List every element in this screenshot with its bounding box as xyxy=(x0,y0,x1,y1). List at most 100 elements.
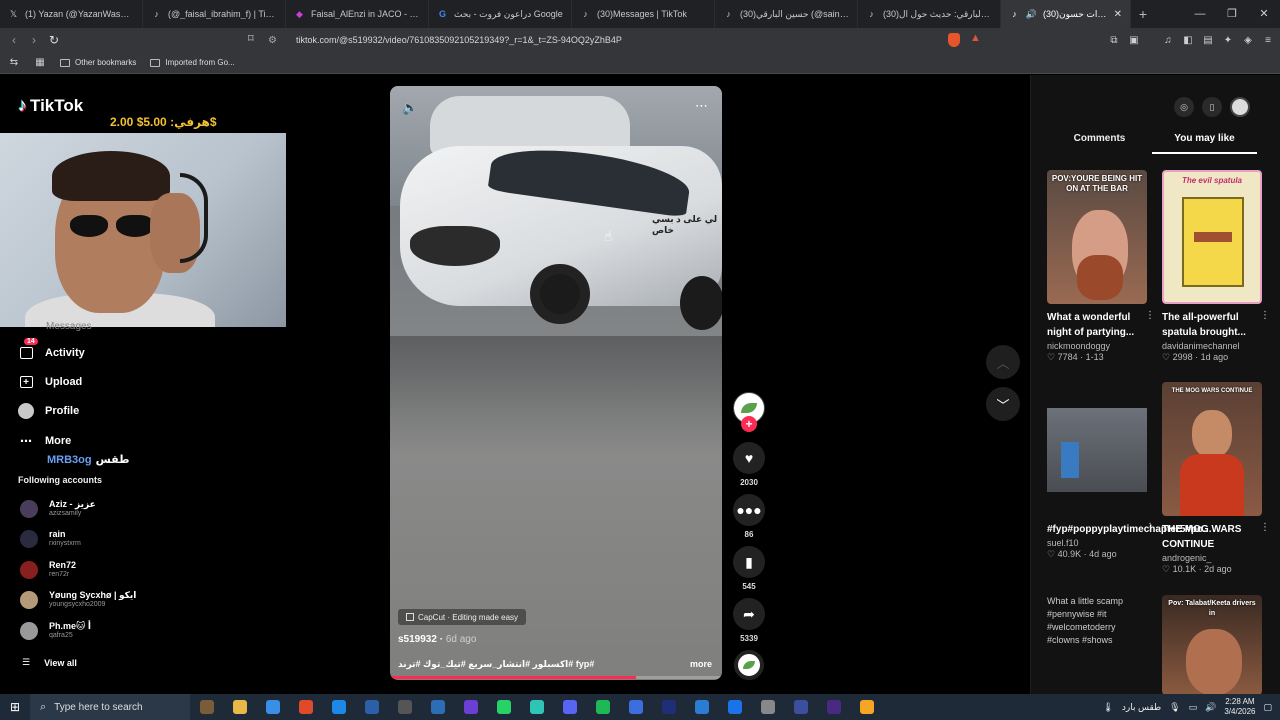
video-caption[interactable]: #fyp #اكسبلور #انتشار_سريع #تيك_توك #ترن… xyxy=(398,659,648,670)
user-avatar[interactable] xyxy=(1230,97,1250,117)
speaker-icon[interactable]: 🔊 xyxy=(1026,9,1037,20)
browser-tab[interactable]: ♪ (30)حسين البارقي (@sainas2022 xyxy=(715,0,858,28)
taskbar-clock[interactable]: 2:28 AM 3/4/2026 xyxy=(1224,697,1255,717)
card-menu-icon[interactable]: ⋮ xyxy=(1260,522,1270,533)
taskbar-app-icon[interactable] xyxy=(487,694,520,720)
capcut-tag[interactable]: CapCut · Editing made easy xyxy=(398,609,527,625)
recommended-video-card[interactable]: THE MOG WARS CONTINUE THE MOG WARS CONTI… xyxy=(1162,382,1270,575)
taskbar-app-icon[interactable] xyxy=(223,694,256,720)
taskbar-app-icon[interactable] xyxy=(190,694,223,720)
follow-plus-button[interactable]: + xyxy=(741,416,757,432)
next-video-button[interactable]: ﹀ xyxy=(986,387,1020,421)
browser-tab[interactable]: ♪ (30)حسين البارقي: حديث حول ال xyxy=(858,0,1001,28)
vpn-icon[interactable]: ◈ xyxy=(1242,34,1254,46)
wallet-icon[interactable]: ▤ xyxy=(1202,34,1214,46)
taskbar-app-icon[interactable] xyxy=(520,694,553,720)
card-title[interactable]: The all-powerful spatula brought... xyxy=(1162,310,1254,340)
apps-icon[interactable]: ▦ xyxy=(34,57,46,69)
taskbar-app-icon[interactable] xyxy=(784,694,817,720)
like-action[interactable]: ♥ 2030 xyxy=(733,442,765,487)
recommended-video-card[interactable]: Pov: Talabat/Keeta drivers in xyxy=(1162,595,1262,695)
following-account[interactable]: Ren72 ren72r xyxy=(20,560,76,579)
video-thumbnail[interactable]: THE MOG WARS CONTINUE xyxy=(1162,382,1262,516)
nav-activity[interactable]: 14 Activity xyxy=(18,338,85,361)
share-action[interactable]: ➦ 5339 xyxy=(733,598,765,643)
video-options-icon[interactable]: ⋯ xyxy=(695,98,708,114)
sidebar-icon[interactable]: ◧ xyxy=(1182,34,1194,46)
video-thumbnail[interactable]: The evil spatula xyxy=(1162,170,1262,304)
video-progress-bar[interactable] xyxy=(390,676,722,679)
tiktok-logo[interactable]: ♪ TikTok xyxy=(18,95,83,116)
taskbar-app-icon[interactable] xyxy=(718,694,751,720)
url-bar[interactable]: ⚙ tiktok.com/@s519932/video/761083509210… xyxy=(268,30,988,50)
bookmark-folder[interactable]: Other bookmarks xyxy=(60,58,136,67)
card-author[interactable]: nickmoondoggy xyxy=(1047,341,1147,351)
caption-more-button[interactable]: more xyxy=(690,659,712,669)
network-icon[interactable]: ▭ xyxy=(1189,702,1198,713)
video-thumbnail[interactable]: What a little scamp #pennywise #it #welc… xyxy=(1047,595,1147,695)
nav-messages-peek[interactable]: Messages xyxy=(46,321,92,332)
bookmark-icon[interactable]: ⌑ xyxy=(248,32,254,45)
menu-icon[interactable]: ≡ xyxy=(1262,34,1274,46)
card-author[interactable]: davidanimechannel xyxy=(1162,341,1262,351)
card-author[interactable]: androgenic_ xyxy=(1162,553,1262,563)
card-author[interactable]: suel.f10 xyxy=(1047,538,1147,548)
browser-tab[interactable]: G دراعون فروت - بحث Google xyxy=(429,0,572,28)
following-account[interactable]: Yøung Sycxhø | ايكو youngsycxho2009 xyxy=(20,590,136,609)
card-menu-icon[interactable]: ⋮ xyxy=(1145,522,1155,533)
video-thumbnail[interactable]: POV:YOURE BEING HIT ON AT THE BAR xyxy=(1047,170,1147,304)
music-disc[interactable] xyxy=(734,650,764,680)
taskbar-app-icon[interactable] xyxy=(619,694,652,720)
share-arrow-icon[interactable]: ➦ xyxy=(733,598,765,630)
taskbar-app-icon[interactable] xyxy=(850,694,883,720)
bookmark-folder[interactable]: Imported from Go... xyxy=(150,58,235,67)
back-icon[interactable]: ‹ xyxy=(4,33,24,47)
card-menu-icon[interactable]: ⋮ xyxy=(1260,310,1270,321)
card-menu-icon[interactable]: ⋮ xyxy=(1145,310,1155,321)
taskbar-app-icon[interactable] xyxy=(685,694,718,720)
bookmark-action[interactable]: ▮ 545 xyxy=(733,546,765,591)
following-account[interactable]: Ph.me🐱 أ qafra25 xyxy=(20,621,91,640)
video-thumbnail[interactable]: Pov: Talabat/Keeta drivers in xyxy=(1162,595,1262,695)
new-tab-button[interactable]: + xyxy=(1131,6,1155,22)
forward-icon[interactable]: › xyxy=(24,33,44,47)
previous-video-button[interactable]: ︿ xyxy=(986,345,1020,379)
video-author[interactable]: s519932 · 6d ago xyxy=(398,634,476,645)
reload-icon[interactable]: ↻ xyxy=(44,33,64,47)
following-account[interactable]: rain rxinystxrm xyxy=(20,529,81,548)
screenshot-icon[interactable]: ▣ xyxy=(1128,34,1140,46)
brave-rewards-icon[interactable]: ▲ xyxy=(970,32,981,44)
nav-profile[interactable]: Profile xyxy=(18,403,79,419)
volume-tray-icon[interactable]: 🔊 xyxy=(1205,702,1216,713)
tab-search-icon[interactable]: ⇆ xyxy=(8,57,20,69)
taskbar-app-icon[interactable] xyxy=(751,694,784,720)
device-icon[interactable]: ▯ xyxy=(1202,97,1222,117)
recommended-video-card[interactable]: What a little scamp #pennywise #it #welc… xyxy=(1047,595,1147,695)
windows-start-icon[interactable]: ⊞ xyxy=(0,700,30,714)
card-title[interactable]: THE MOG WARS CONTINUE xyxy=(1162,522,1254,552)
ai-icon[interactable]: ✦ xyxy=(1222,34,1234,46)
browser-tab[interactable]: ♪ (30)Messages | TikTok xyxy=(572,0,715,28)
minimize-icon[interactable]: — xyxy=(1184,0,1216,28)
mic-icon[interactable]: 🎙 xyxy=(1169,702,1180,713)
card-title[interactable]: #fyp#poppyplaytimechapter5#po... xyxy=(1047,522,1212,537)
taskbar-search[interactable]: ⌕ Type here to search xyxy=(30,694,190,720)
volume-icon[interactable]: 🔈 xyxy=(402,100,418,116)
tab-you-may-like[interactable]: You may like xyxy=(1152,133,1257,154)
recommended-video-card[interactable]: #fyp#poppyplaytimechapter5#po... ⋮ suel.… xyxy=(1047,382,1212,560)
bookmark-ribbon-icon[interactable]: ▮ xyxy=(733,546,765,578)
weather-text[interactable]: طقس بارد xyxy=(1122,702,1161,713)
coins-icon[interactable]: ◎ xyxy=(1174,97,1194,117)
close-tab-icon[interactable]: ✕ xyxy=(1110,9,1122,20)
site-settings-icon[interactable]: ⚙ xyxy=(268,35,282,46)
comment-icon[interactable]: ●●● xyxy=(733,494,765,526)
nav-more[interactable]: ⋯ More xyxy=(18,433,71,449)
browser-tab[interactable]: ♪ (@_faisal_ibrahim_f) | TikTok xyxy=(143,0,286,28)
recommended-video-card[interactable]: POV:YOURE BEING HIT ON AT THE BAR What a… xyxy=(1047,170,1155,363)
taskbar-app-icon[interactable] xyxy=(388,694,421,720)
taskbar-app-icon[interactable] xyxy=(322,694,355,720)
comment-action[interactable]: ●●● 86 xyxy=(733,494,765,539)
taskbar-app-icon[interactable] xyxy=(817,694,850,720)
nav-upload[interactable]: + Upload xyxy=(18,374,82,390)
recommended-video-card[interactable]: The evil spatula The all-powerful spatul… xyxy=(1162,170,1270,363)
